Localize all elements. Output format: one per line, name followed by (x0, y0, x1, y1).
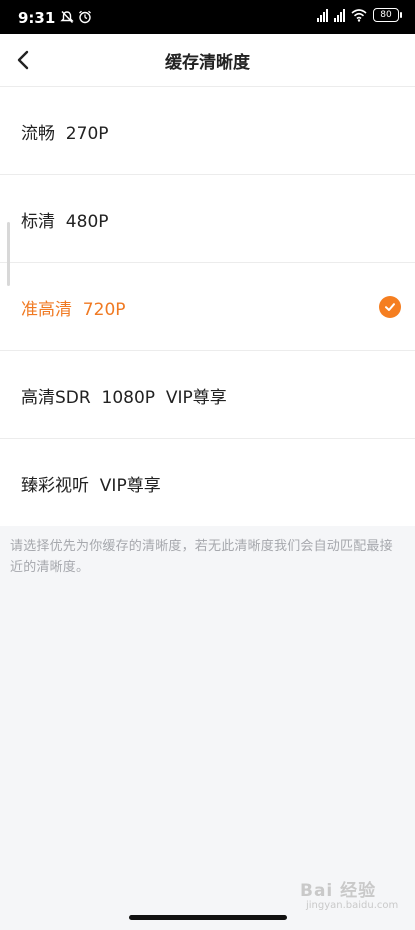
hd-signal-icon (317, 8, 328, 22)
header: 缓存清晰度 (0, 34, 415, 87)
option-1080p[interactable]: 高清SDR 1080P VIP尊享 (0, 351, 415, 439)
option-premium[interactable]: 臻彩视听 VIP尊享 (0, 439, 415, 526)
watermark: Bai 经验 jingyan.baidu.com (300, 876, 410, 916)
quality-options-list: 流畅 270P 标清 480P 准高清 720P 高清SDR 1080P VIP… (0, 87, 415, 526)
option-720p[interactable]: 准高清 720P (0, 263, 415, 351)
wifi-icon (351, 9, 367, 22)
option-label: 臻彩视听 VIP尊享 (21, 476, 161, 496)
status-right: 80 (317, 8, 402, 22)
option-480p[interactable]: 标清 480P (0, 175, 415, 263)
home-indicator[interactable] (129, 915, 287, 920)
option-label: 准高清 720P (21, 300, 126, 320)
mute-icon (60, 11, 74, 23)
alarm-icon (79, 10, 91, 24)
option-label: 流畅 270P (21, 124, 109, 144)
battery-icon: 80 (373, 8, 402, 22)
option-label: 标清 480P (21, 212, 109, 232)
status-bar: 9:31 80 (0, 0, 415, 34)
checkmark-icon (379, 296, 401, 318)
watermark-brand: Bai 经验 (300, 881, 377, 901)
page-title: 缓存清晰度 (165, 53, 250, 73)
scrollbar[interactable] (7, 222, 10, 286)
option-label: 高清SDR 1080P VIP尊享 (21, 388, 227, 408)
hd-signal-icon (334, 8, 345, 22)
hint-text: 请选择优先为你缓存的清晰度，若无此清晰度我们会自动匹配最接近的清晰度。 (10, 539, 393, 575)
status-time: 9:31 (18, 9, 56, 27)
watermark-url: jingyan.baidu.com (306, 900, 399, 911)
option-270p[interactable]: 流畅 270P (0, 87, 415, 175)
